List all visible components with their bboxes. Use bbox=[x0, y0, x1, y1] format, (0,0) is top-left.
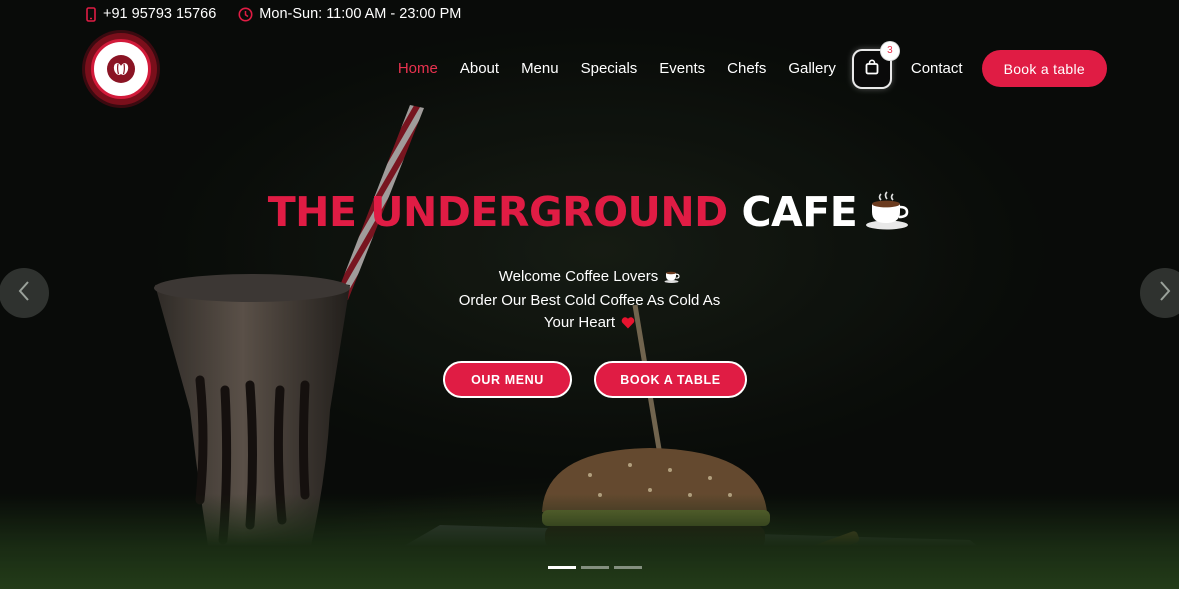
cafe-logo[interactable] bbox=[85, 33, 157, 105]
cart-button[interactable]: 3 bbox=[853, 41, 899, 87]
opening-hours: Mon-Sun: 11:00 AM - 23:00 PM bbox=[259, 6, 462, 22]
hero-title: THE UNDERGROUND CAFE bbox=[0, 186, 1179, 242]
phone-number: +91 95793 15766 bbox=[103, 6, 217, 22]
nav-events[interactable]: Events bbox=[659, 60, 705, 77]
phone-icon bbox=[85, 6, 97, 22]
coffee-beans-icon bbox=[107, 55, 135, 83]
nav-home[interactable]: Home bbox=[398, 60, 438, 77]
coffee-cup-icon bbox=[865, 190, 911, 242]
nav-gallery[interactable]: Gallery bbox=[788, 60, 836, 77]
hero-line-1: Welcome Coffee Lovers bbox=[0, 266, 1179, 290]
book-table-button[interactable]: Book a table bbox=[981, 50, 1107, 87]
hero-title-cafe: CAFE bbox=[741, 188, 858, 236]
hero-subtitle: Welcome Coffee Lovers Order Our Best Col… bbox=[0, 266, 1179, 336]
shopping-bag-icon bbox=[865, 59, 879, 79]
nav-contact[interactable]: Contact bbox=[911, 60, 963, 77]
our-menu-button[interactable]: OUR MENU bbox=[443, 361, 572, 398]
chevron-left-icon bbox=[17, 279, 31, 308]
main-nav: Home About Menu Specials Events Chefs Ga… bbox=[398, 41, 1107, 87]
chevron-right-icon bbox=[1158, 279, 1172, 308]
nav-chefs[interactable]: Chefs bbox=[727, 60, 766, 77]
hero-line-3: Your Heart bbox=[0, 312, 1179, 336]
nav-menu[interactable]: Menu bbox=[521, 60, 559, 77]
carousel-indicator-3[interactable] bbox=[614, 566, 642, 569]
carousel-prev-button[interactable] bbox=[0, 268, 49, 318]
carousel-indicator-1[interactable] bbox=[548, 566, 576, 569]
nav-about[interactable]: About bbox=[460, 60, 499, 77]
clock-icon bbox=[238, 7, 253, 22]
hero-line-3-text: Your Heart bbox=[543, 314, 616, 331]
hot-beverage-icon bbox=[664, 268, 680, 290]
carousel-indicators bbox=[548, 566, 642, 569]
hero-line-2: Order Our Best Cold Coffee As Cold As bbox=[458, 292, 721, 309]
carousel-indicator-2[interactable] bbox=[581, 566, 609, 569]
nav-specials[interactable]: Specials bbox=[581, 60, 638, 77]
red-heart-icon bbox=[621, 314, 635, 336]
topbar-hours: Mon-Sun: 11:00 AM - 23:00 PM bbox=[238, 6, 461, 22]
logo-ring bbox=[91, 39, 151, 99]
topbar: +91 95793 15766 Mon-Sun: 11:00 AM - 23:0… bbox=[85, 4, 461, 24]
hero-book-table-button[interactable]: BOOK A TABLE bbox=[594, 361, 747, 398]
hero-title-main: THE UNDERGROUND bbox=[267, 188, 729, 236]
hero-line-1-text: Welcome Coffee Lovers bbox=[498, 268, 659, 285]
cart-count-badge: 3 bbox=[880, 41, 899, 60]
topbar-phone[interactable]: +91 95793 15766 bbox=[85, 6, 216, 22]
